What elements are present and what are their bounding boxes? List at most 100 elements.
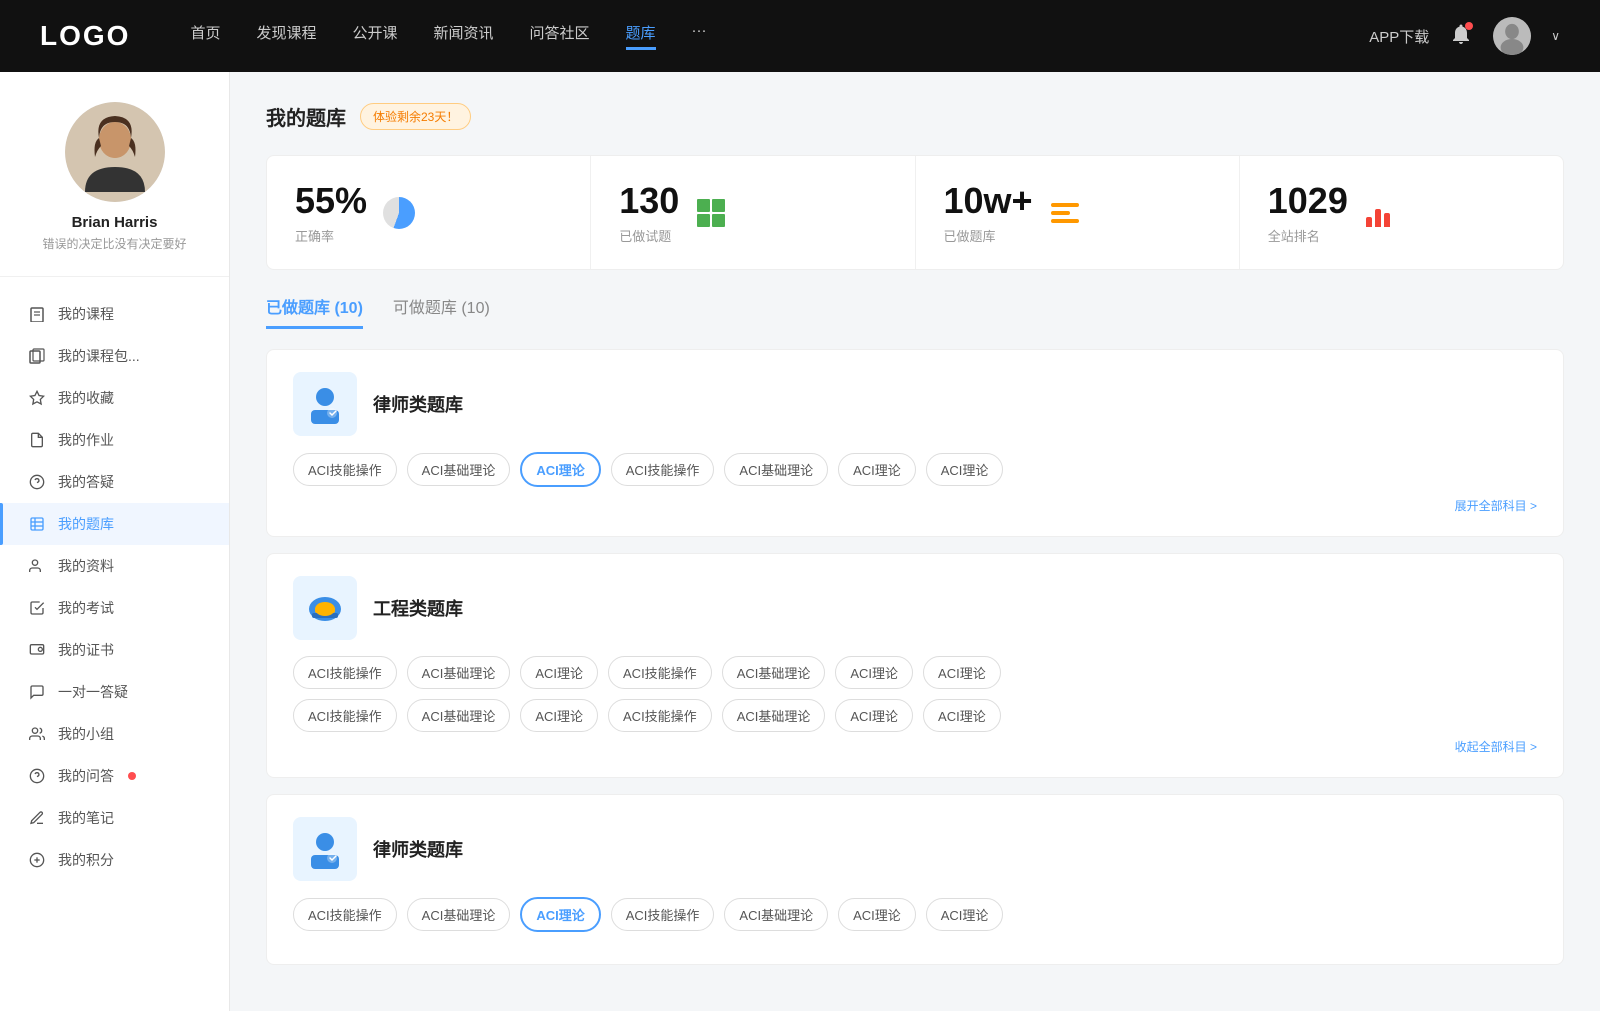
sidebar-item-course[interactable]: 我的课程 — [0, 293, 229, 335]
nav-home[interactable]: 首页 — [190, 22, 220, 50]
sidebar-profile: Brian Harris 错误的决定比没有决定要好 — [0, 102, 229, 277]
tag[interactable]: ACI技能操作 — [293, 453, 397, 486]
sidebar-item-certificate[interactable]: 我的证书 — [0, 629, 229, 671]
tag-active[interactable]: ACI理论 — [520, 452, 600, 487]
sidebar-item-group[interactable]: 我的小组 — [0, 713, 229, 755]
tag[interactable]: ACI技能操作 — [611, 898, 715, 931]
tag[interactable]: ACI技能操作 — [293, 656, 397, 689]
tab-todo[interactable]: 可做题库 (10) — [393, 294, 490, 329]
tag[interactable]: ACI技能操作 — [608, 699, 712, 732]
avatar[interactable] — [1493, 17, 1531, 55]
sidebar-item-label: 我的小组 — [58, 724, 114, 744]
sidebar-item-label: 我的证书 — [58, 640, 114, 660]
category-name-engineering: 工程类题库 — [373, 595, 463, 621]
tag[interactable]: ACI基础理论 — [407, 699, 511, 732]
navbar: LOGO 首页 发现课程 公开课 新闻资讯 问答社区 题库 ··· APP下载 … — [0, 0, 1600, 72]
tag[interactable]: ACI技能操作 — [611, 453, 715, 486]
course-pkg-icon — [28, 347, 46, 365]
nav-open-course[interactable]: 公开课 — [352, 22, 397, 50]
profile-avatar — [65, 102, 165, 202]
expand-btn-lawyer-1[interactable]: 展开全部科目 > — [293, 497, 1537, 514]
nav-more[interactable]: ··· — [692, 22, 707, 50]
sidebar-item-qa[interactable]: 我的答疑 — [0, 461, 229, 503]
question-bank-icon — [28, 515, 46, 533]
tag[interactable]: ACI理论 — [926, 898, 1004, 931]
nav-question-bank[interactable]: 题库 — [626, 22, 656, 50]
sidebar-item-label: 我的答疑 — [58, 472, 114, 492]
tag[interactable]: ACI理论 — [835, 699, 913, 732]
nav-discover[interactable]: 发现课程 — [256, 22, 316, 50]
category-icon-lawyer-1 — [293, 372, 357, 436]
tag[interactable]: ACI技能操作 — [293, 699, 397, 732]
category-icon-engineering — [293, 576, 357, 640]
tag-active[interactable]: ACI理论 — [520, 897, 600, 932]
stats-row: 55% 正确率 130 已做试题 — [266, 155, 1564, 270]
points-icon — [28, 851, 46, 869]
tag[interactable]: ACI理论 — [520, 699, 598, 732]
nav-qa[interactable]: 问答社区 — [530, 22, 590, 50]
trial-badge: 体验剩余23天！ — [360, 103, 471, 130]
tag[interactable]: ACI技能操作 — [293, 898, 397, 931]
stat-label-done-banks: 已做题库 — [944, 226, 1033, 245]
category-icon-lawyer-2 — [293, 817, 357, 881]
sidebar-item-favorite[interactable]: 我的收藏 — [0, 377, 229, 419]
sidebar-item-label: 我的作业 — [58, 430, 114, 450]
tag[interactable]: ACI基础理论 — [407, 453, 511, 486]
stat-done-questions: 130 已做试题 — [591, 156, 915, 269]
sidebar-item-label: 我的考试 — [58, 598, 114, 618]
tag[interactable]: ACI基础理论 — [722, 656, 826, 689]
star-icon — [28, 389, 46, 407]
layout: Brian Harris 错误的决定比没有决定要好 我的课程 我的课程包... — [0, 72, 1600, 1011]
tag[interactable]: ACI基础理论 — [724, 453, 828, 486]
certificate-icon — [28, 641, 46, 659]
sidebar: Brian Harris 错误的决定比没有决定要好 我的课程 我的课程包... — [0, 72, 230, 1011]
stat-value-done-banks: 10w+ — [944, 180, 1033, 222]
sidebar-item-homework[interactable]: 我的作业 — [0, 419, 229, 461]
sidebar-item-profile[interactable]: 我的资料 — [0, 545, 229, 587]
tag[interactable]: ACI基础理论 — [724, 898, 828, 931]
nav-chevron-icon[interactable]: ∨ — [1551, 29, 1560, 43]
category-header-lawyer-1: 律师类题库 — [293, 372, 1537, 436]
tag[interactable]: ACI基础理论 — [407, 898, 511, 931]
sidebar-item-label: 我的积分 — [58, 850, 114, 870]
page-title: 我的题库 — [266, 102, 346, 131]
sidebar-item-one-on-one[interactable]: 一对一答疑 — [0, 671, 229, 713]
sidebar-item-points[interactable]: 我的积分 — [0, 839, 229, 881]
sidebar-item-course-pkg[interactable]: 我的课程包... — [0, 335, 229, 377]
question-circle-icon — [28, 473, 46, 491]
sidebar-menu: 我的课程 我的课程包... 我的收藏 我的作业 — [0, 277, 229, 897]
sidebar-item-label: 我的课程包... — [58, 346, 140, 366]
grid-icon-container — [693, 195, 729, 231]
notification-bell[interactable] — [1449, 22, 1473, 51]
tag[interactable]: ACI理论 — [835, 656, 913, 689]
tags-row-lawyer-2: ACI技能操作 ACI基础理论 ACI理论 ACI技能操作 ACI基础理论 AC… — [293, 897, 1537, 932]
user-name: Brian Harris — [20, 214, 209, 231]
sidebar-item-label: 我的资料 — [58, 556, 114, 576]
tab-done[interactable]: 已做题库 (10) — [266, 294, 363, 329]
tag[interactable]: ACI技能操作 — [608, 656, 712, 689]
sidebar-item-notes[interactable]: 我的笔记 — [0, 797, 229, 839]
tag[interactable]: ACI基础理论 — [407, 656, 511, 689]
tag[interactable]: ACI基础理论 — [722, 699, 826, 732]
group-icon — [28, 725, 46, 743]
tag[interactable]: ACI理论 — [926, 453, 1004, 486]
app-download-btn[interactable]: APP下载 — [1369, 26, 1429, 47]
exam-icon — [28, 599, 46, 617]
stat-value-accuracy: 55% — [295, 180, 367, 222]
tag[interactable]: ACI理论 — [923, 656, 1001, 689]
tag[interactable]: ACI理论 — [520, 656, 598, 689]
category-name-lawyer-1: 律师类题库 — [373, 391, 463, 417]
nav-news[interactable]: 新闻资讯 — [434, 22, 494, 50]
tag[interactable]: ACI理论 — [838, 453, 916, 486]
tag[interactable]: ACI理论 — [923, 699, 1001, 732]
sidebar-item-my-answer[interactable]: 我的问答 — [0, 755, 229, 797]
notification-dot — [1465, 22, 1473, 30]
collapse-btn-engineering[interactable]: 收起全部科目 > — [293, 738, 1537, 755]
stat-value-ranking: 1029 — [1268, 180, 1348, 222]
sidebar-item-question-bank[interactable]: 我的题库 — [0, 503, 229, 545]
tag[interactable]: ACI理论 — [838, 898, 916, 931]
course-icon — [28, 305, 46, 323]
tags-row-engineering-1: ACI技能操作 ACI基础理论 ACI理论 ACI技能操作 ACI基础理论 AC… — [293, 656, 1537, 689]
sidebar-item-exam[interactable]: 我的考试 — [0, 587, 229, 629]
category-header-lawyer-2: 律师类题库 — [293, 817, 1537, 881]
